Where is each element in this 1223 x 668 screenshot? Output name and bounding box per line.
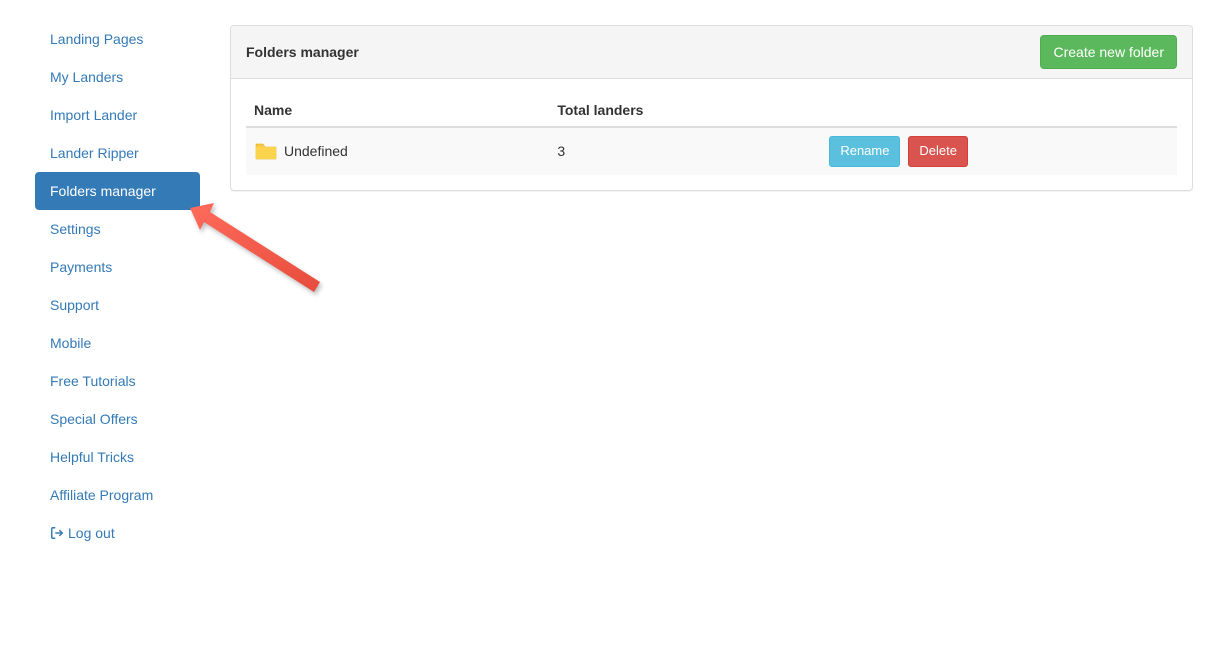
sidebar-item-support[interactable]: Support: [35, 286, 200, 324]
folders-table: Name Total landers: [246, 94, 1177, 175]
sidebar-item-payments[interactable]: Payments: [35, 248, 200, 286]
panel-title: Folders manager: [246, 44, 359, 60]
column-header-total-landers: Total landers: [549, 94, 821, 127]
sidebar: Landing Pages My Landers Import Lander L…: [0, 20, 200, 552]
sidebar-item-helpful-tricks[interactable]: Helpful Tricks: [35, 438, 200, 476]
sidebar-item-settings[interactable]: Settings: [35, 210, 200, 248]
sidebar-item-import-lander[interactable]: Import Lander: [35, 96, 200, 134]
logout-icon: [50, 526, 64, 540]
sidebar-item-affiliate-program[interactable]: Affiliate Program: [35, 476, 200, 514]
sidebar-item-lander-ripper[interactable]: Lander Ripper: [35, 134, 200, 172]
table-row: Undefined 3 Rename Delete: [246, 127, 1177, 175]
main-content: Folders manager Create new folder Name T…: [200, 20, 1223, 552]
delete-button[interactable]: Delete: [908, 136, 968, 167]
sidebar-item-special-offers[interactable]: Special Offers: [35, 400, 200, 438]
folder-name: Undefined: [284, 143, 348, 159]
sidebar-item-my-landers[interactable]: My Landers: [35, 58, 200, 96]
column-header-name: Name: [246, 94, 549, 127]
sidebar-item-landing-pages[interactable]: Landing Pages: [35, 20, 200, 58]
column-header-actions: [821, 94, 1177, 127]
logout-label: Log out: [68, 525, 115, 541]
folders-panel: Folders manager Create new folder Name T…: [230, 25, 1193, 191]
folder-icon: [254, 141, 278, 161]
panel-body: Name Total landers: [231, 79, 1192, 190]
rename-button[interactable]: Rename: [829, 136, 900, 167]
sidebar-item-logout[interactable]: Log out: [35, 514, 200, 552]
sidebar-item-folders-manager[interactable]: Folders manager: [35, 172, 200, 210]
folder-total-landers: 3: [549, 127, 821, 175]
create-new-folder-button[interactable]: Create new folder: [1040, 35, 1177, 69]
panel-header: Folders manager Create new folder: [231, 26, 1192, 79]
sidebar-item-free-tutorials[interactable]: Free Tutorials: [35, 362, 200, 400]
sidebar-item-mobile[interactable]: Mobile: [35, 324, 200, 362]
